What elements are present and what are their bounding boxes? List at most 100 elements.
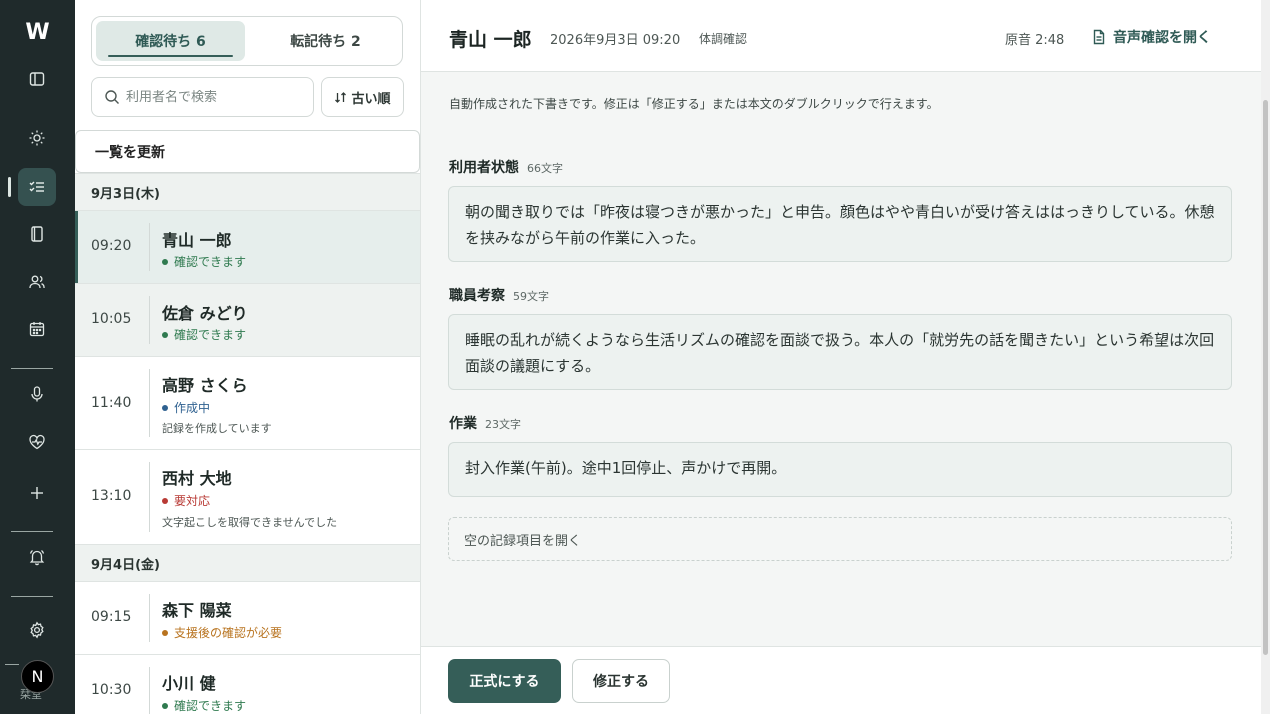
avatar[interactable]: N (21, 660, 54, 693)
item-name: 森下 陽菜 (162, 601, 232, 620)
item-time: 09:20 (91, 238, 132, 254)
rail-divider (5, 664, 19, 665)
day-header: 9月4日(金) (75, 544, 420, 581)
nav-review-button[interactable] (18, 168, 56, 206)
record-detail: 青山 一郎 2026年9月3日 09:20 体調確認 原音 2:48 音声確認を… (421, 0, 1261, 714)
app-logo: W (25, 20, 50, 45)
scrollbar-thumb[interactable] (1263, 100, 1268, 655)
tab-pending-transcription[interactable]: 転記待ち 2 (251, 21, 400, 61)
tab-active-underline (108, 55, 233, 57)
nav-notifications-button[interactable] (18, 538, 56, 576)
char-count: 59文字 (513, 290, 549, 303)
section-title-text: 利用者状態 (449, 160, 519, 176)
item-name: 西村 大地 (162, 469, 232, 488)
status-badge: 確認できます (162, 326, 246, 343)
open-empty-sections-button[interactable]: 空の記録項目を開く (448, 517, 1232, 561)
section-body-user-state[interactable]: 朝の聞き取りでは「昨夜は寝つきが悪かった」と申告。顔色はやや青白いが受け答えはは… (448, 186, 1232, 262)
status-dot (162, 702, 168, 709)
status-dot (162, 629, 168, 636)
search-input[interactable] (126, 89, 306, 105)
status-text: 確認できます (174, 328, 247, 342)
section-body-work[interactable]: 封入作業(午前)。途中1回停止、声かけで再開。 (448, 442, 1232, 497)
section-title: 職員考察 59文字 (449, 285, 549, 305)
book-icon (31, 226, 43, 242)
status-badge: 確認できます (162, 697, 246, 714)
rail-divider (11, 596, 53, 597)
section-title: 利用者状態 66文字 (449, 157, 563, 177)
item-time: 09:15 (91, 609, 132, 625)
draft-notice: 自動作成された下書きです。修正は「修正する」または本文のダブルクリックで行えます… (449, 97, 939, 111)
plus-icon (31, 487, 43, 499)
record-datetime: 2026年9月3日 09:20 (550, 33, 681, 48)
nav-add-button[interactable] (18, 474, 56, 512)
item-divider (149, 223, 150, 271)
list-item[interactable]: 09:20 青山 一郎 確認できます (75, 210, 420, 283)
nav-calendar-button[interactable] (18, 310, 56, 348)
status-badge: 支援後の確認が必要 (162, 624, 282, 641)
document-icon (1093, 29, 1105, 45)
item-divider (149, 462, 150, 532)
status-text: 要対応 (174, 494, 211, 508)
search-icon (105, 90, 119, 104)
nav-records-button[interactable] (18, 215, 56, 253)
section-title-text: 職員考察 (449, 288, 505, 304)
section-title-text: 作業 (449, 416, 477, 432)
calendar-icon (29, 322, 45, 337)
users-icon (29, 275, 45, 289)
action-bar: 正式にする 修正する (421, 646, 1261, 714)
status-text: 確認できます (174, 699, 247, 713)
list-item[interactable]: 10:05 佐倉 みどり 確認できます (75, 283, 420, 356)
item-divider (149, 369, 150, 437)
sidebar-toggle-icon (29, 72, 45, 86)
section-title: 作業 23文字 (449, 413, 521, 433)
rail-divider (11, 368, 53, 369)
sort-label: 古い順 (351, 91, 391, 107)
record-type-tag: 体調確認 (699, 32, 748, 46)
sort-arrows-icon (335, 91, 347, 103)
status-text: 支援後の確認が必要 (174, 626, 283, 640)
item-time: 10:05 (91, 311, 132, 327)
nav-settings-button[interactable] (18, 611, 56, 649)
item-divider (149, 667, 150, 714)
tab-pending-review[interactable]: 確認待ち 6 (96, 21, 245, 61)
list-item[interactable]: 10:30 小川 健 確認できます (75, 654, 420, 714)
status-dot (162, 497, 168, 504)
detail-header: 青山 一郎 2026年9月3日 09:20 体調確認 原音 2:48 音声確認を… (421, 0, 1261, 72)
finalize-button[interactable]: 正式にする (448, 659, 561, 703)
tab-label: 転記待ち 2 (290, 34, 361, 50)
status-dot (162, 404, 168, 411)
nav-record-audio-button[interactable] (18, 375, 56, 413)
char-count: 23文字 (485, 418, 521, 431)
tab-label: 確認待ち 6 (135, 34, 206, 50)
section-body-staff-observation[interactable]: 睡眠の乱れが続くようなら生活リズムの確認を面談で扱う。本人の「就労先の話を聞きた… (448, 314, 1232, 390)
item-note: 文字起こしを取得できませんでした (162, 516, 338, 529)
list-item[interactable]: 13:10 西村 大地 要対応 文字起こしを取得できませんでした (75, 449, 420, 544)
bell-icon (29, 549, 45, 566)
heart-pulse-icon (29, 434, 45, 450)
list-item[interactable]: 09:15 森下 陽菜 支援後の確認が必要 (75, 581, 420, 654)
sort-button[interactable]: 古い順 (321, 77, 404, 117)
status-text: 作成中 (174, 401, 211, 415)
rail-divider (11, 531, 53, 532)
status-text: 確認できます (174, 255, 247, 269)
item-divider (149, 296, 150, 344)
open-audio-label: 音声確認を開く (1113, 30, 1211, 46)
edit-button[interactable]: 修正する (572, 659, 670, 703)
nav-daily-button[interactable] (18, 119, 56, 157)
refresh-list-button[interactable]: 一覧を更新 (75, 130, 420, 173)
day-header: 9月3日(木) (75, 173, 420, 210)
active-indicator (8, 177, 11, 197)
person-name: 青山 一郎 (449, 29, 532, 51)
sidebar-toggle-button[interactable] (18, 60, 56, 98)
record-list-panel: 確認待ち 6 転記待ち 2 古い順 一覧を更新 9月3日(木) 09:20 青山… (75, 0, 421, 714)
nav-users-button[interactable] (18, 263, 56, 301)
open-audio-review-button[interactable]: 音声確認を開く (1091, 27, 1211, 47)
item-name: 佐倉 みどり (162, 304, 248, 323)
status-dot (162, 331, 168, 338)
gear-icon (30, 621, 44, 639)
item-note: 記録を作成しています (162, 422, 272, 435)
nav-health-button[interactable] (18, 423, 56, 461)
status-tabs: 確認待ち 6 転記待ち 2 (91, 16, 403, 66)
list-item[interactable]: 11:40 高野 さくら 作成中 記録を作成しています (75, 356, 420, 449)
item-divider (149, 594, 150, 642)
